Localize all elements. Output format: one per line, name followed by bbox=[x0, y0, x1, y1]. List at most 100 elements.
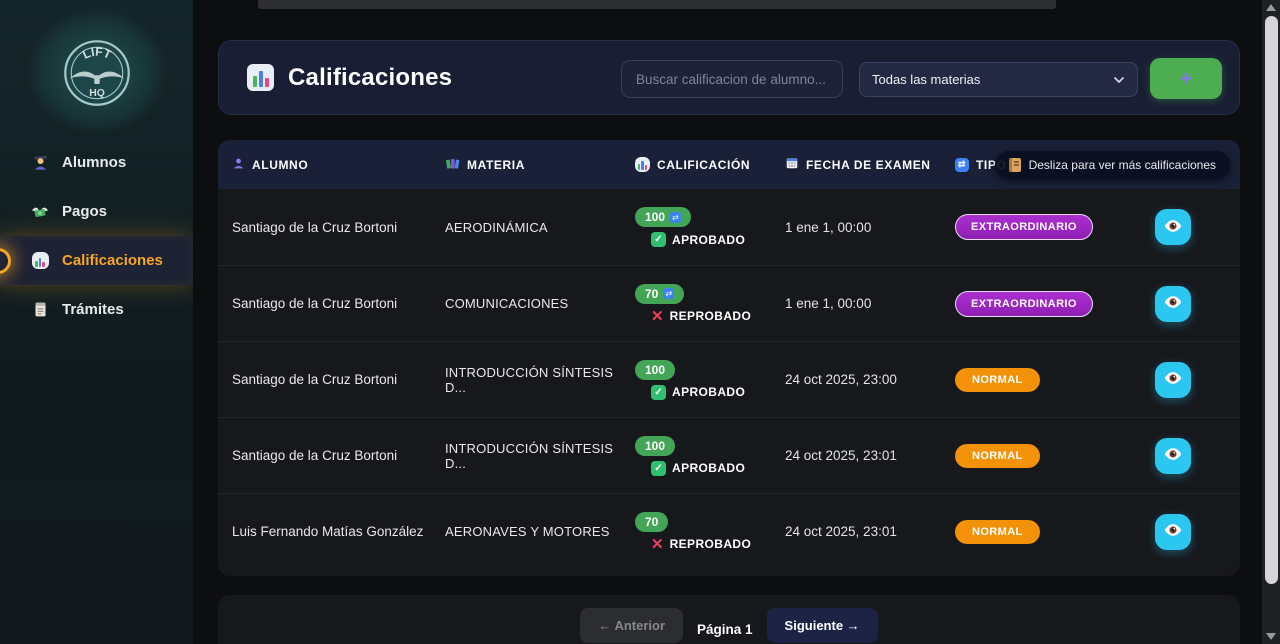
grade-badge: 100 bbox=[635, 436, 675, 456]
scroll-hint-text: Desliza para ver más calificaciones bbox=[1029, 158, 1216, 172]
cell-acciones bbox=[1095, 438, 1240, 474]
cell-calificacion: 70 REPROBADO bbox=[635, 512, 785, 552]
status-icon bbox=[651, 537, 664, 552]
column-header-materia: MATERIA bbox=[445, 156, 635, 174]
grade-status: APROBADO bbox=[651, 385, 785, 400]
add-grade-button[interactable]: + bbox=[1150, 58, 1222, 99]
tipo-badge: NORMAL bbox=[955, 368, 1040, 392]
eye-icon bbox=[1163, 520, 1183, 543]
view-grade-button[interactable] bbox=[1155, 362, 1191, 398]
grade-value: 70 bbox=[645, 515, 658, 529]
table-row: Santiago de la Cruz Bortoni INTRODUCCIÓN… bbox=[218, 417, 1240, 493]
table-body: Santiago de la Cruz Bortoni AERODINÁMICA… bbox=[218, 189, 1240, 569]
sidebar-item-calificaciones[interactable]: Calificaciones bbox=[0, 236, 193, 285]
lift-hq-logo: LIFT HQ bbox=[62, 38, 132, 108]
cell-alumno: Santiago de la Cruz Bortoni bbox=[232, 296, 445, 311]
plus-icon: + bbox=[1180, 66, 1193, 91]
grade-badge: 70 bbox=[635, 512, 668, 532]
calendar-icon bbox=[785, 156, 799, 173]
subject-filter-select[interactable]: Todas las materias bbox=[859, 62, 1138, 97]
app-window: LIFT HQ Alumnos bbox=[0, 0, 1280, 644]
cell-tipo: EXTRAORDINARIO bbox=[955, 291, 1095, 317]
cell-acciones bbox=[1095, 286, 1240, 322]
sidebar-item-tramites[interactable]: Trámites bbox=[0, 285, 193, 334]
cell-acciones bbox=[1095, 209, 1240, 245]
cell-tipo: NORMAL bbox=[955, 444, 1095, 468]
cell-tipo: NORMAL bbox=[955, 520, 1095, 544]
cell-calificacion: 100 APROBADO bbox=[635, 360, 785, 400]
cell-calificacion: 100 APROBADO bbox=[635, 436, 785, 476]
scroll-up-arrow-icon[interactable] bbox=[1266, 4, 1276, 11]
cell-alumno: Santiago de la Cruz Bortoni bbox=[232, 448, 445, 463]
status-label: APROBADO bbox=[672, 461, 745, 475]
status-label: REPROBADO bbox=[670, 537, 752, 551]
sidebar-item-label: Pagos bbox=[62, 203, 107, 220]
tipo-badge: NORMAL bbox=[955, 520, 1040, 544]
sidebar-item-alumnos[interactable]: Alumnos bbox=[0, 138, 193, 187]
grade-status: REPROBADO bbox=[651, 537, 785, 552]
status-icon bbox=[651, 232, 666, 247]
cell-alumno: Santiago de la Cruz Bortoni bbox=[232, 372, 445, 387]
scrollbar-thumb[interactable] bbox=[1265, 16, 1278, 584]
cell-acciones bbox=[1095, 514, 1240, 550]
table-row: Santiago de la Cruz Bortoni AERODINÁMICA… bbox=[218, 189, 1240, 265]
pagination-bar: ← Anterior Página 1 Siguiente → bbox=[218, 595, 1240, 644]
cell-acciones bbox=[1095, 362, 1240, 398]
view-grade-button[interactable] bbox=[1155, 438, 1191, 474]
horizontal-scrollbar[interactable] bbox=[258, 0, 1056, 9]
subject-filter-value: Todas las materias bbox=[872, 72, 980, 87]
tipo-badge: EXTRAORDINARIO bbox=[955, 291, 1093, 317]
page-header-card: Calificaciones Todas las materias + bbox=[218, 40, 1240, 115]
cell-fecha: 1 ene 1, 00:00 bbox=[785, 220, 955, 235]
money-wings-icon bbox=[31, 204, 49, 220]
clipboard-icon bbox=[31, 301, 49, 318]
sidebar-item-label: Alumnos bbox=[62, 154, 126, 171]
status-label: APROBADO bbox=[672, 385, 745, 399]
person-icon bbox=[232, 157, 245, 173]
bar-chart-icon bbox=[635, 157, 650, 172]
retake-mini-icon bbox=[670, 212, 681, 223]
cell-alumno: Luis Fernando Matías González bbox=[232, 524, 445, 539]
grade-badge: 100 bbox=[635, 207, 691, 227]
sidebar: LIFT HQ Alumnos bbox=[0, 0, 193, 644]
cell-calificacion: 100 APROBADO bbox=[635, 207, 785, 247]
cell-calificacion: 70 REPROBADO bbox=[635, 284, 785, 324]
student-icon bbox=[31, 154, 49, 171]
tipo-badge: EXTRAORDINARIO bbox=[955, 214, 1093, 240]
search-input[interactable] bbox=[621, 60, 843, 98]
bar-chart-icon bbox=[247, 64, 274, 91]
cell-materia: COMUNICACIONES bbox=[445, 296, 635, 311]
table-row: Santiago de la Cruz Bortoni INTRODUCCIÓN… bbox=[218, 341, 1240, 417]
cell-tipo: NORMAL bbox=[955, 368, 1095, 392]
sidebar-nav: Alumnos Pagos bbox=[0, 138, 193, 334]
eye-icon bbox=[1163, 444, 1183, 467]
grade-badge: 100 bbox=[635, 360, 675, 380]
chevron-down-icon bbox=[1113, 73, 1125, 87]
sidebar-item-label: Trámites bbox=[62, 301, 124, 318]
table-row: Santiago de la Cruz Bortoni COMUNICACION… bbox=[218, 265, 1240, 341]
sidebar-item-label: Calificaciones bbox=[62, 252, 163, 269]
scroll-down-arrow-icon[interactable] bbox=[1266, 633, 1276, 640]
active-glow-arc bbox=[0, 248, 11, 274]
view-grade-button[interactable] bbox=[1155, 209, 1191, 245]
scroll-hint-tooltip: Desliza para ver más calificaciones bbox=[995, 151, 1230, 179]
next-page-button[interactable]: Siguiente → bbox=[767, 608, 878, 643]
view-grade-button[interactable] bbox=[1155, 286, 1191, 322]
cell-fecha: 24 oct 2025, 23:00 bbox=[785, 372, 955, 387]
previous-page-button[interactable]: ← Anterior bbox=[580, 608, 683, 643]
grade-status: APROBADO bbox=[651, 461, 785, 476]
grade-value: 70 bbox=[645, 287, 658, 301]
page-title: Calificaciones bbox=[288, 64, 452, 92]
view-grade-button[interactable] bbox=[1155, 514, 1191, 550]
bar-chart-icon bbox=[31, 252, 49, 269]
grade-status: REPROBADO bbox=[651, 309, 785, 324]
column-header-fecha: FECHA DE EXAMEN bbox=[785, 156, 955, 173]
grade-value: 100 bbox=[645, 439, 665, 453]
vertical-scrollbar[interactable] bbox=[1262, 0, 1280, 644]
table-row: Luis Fernando Matías González AERONAVES … bbox=[218, 493, 1240, 569]
cell-materia: AERONAVES Y MOTORES bbox=[445, 524, 635, 539]
cell-fecha: 24 oct 2025, 23:01 bbox=[785, 524, 955, 539]
column-header-alumno: ALUMNO bbox=[232, 157, 445, 173]
type-icon bbox=[955, 158, 969, 172]
sidebar-item-pagos[interactable]: Pagos bbox=[0, 187, 193, 236]
